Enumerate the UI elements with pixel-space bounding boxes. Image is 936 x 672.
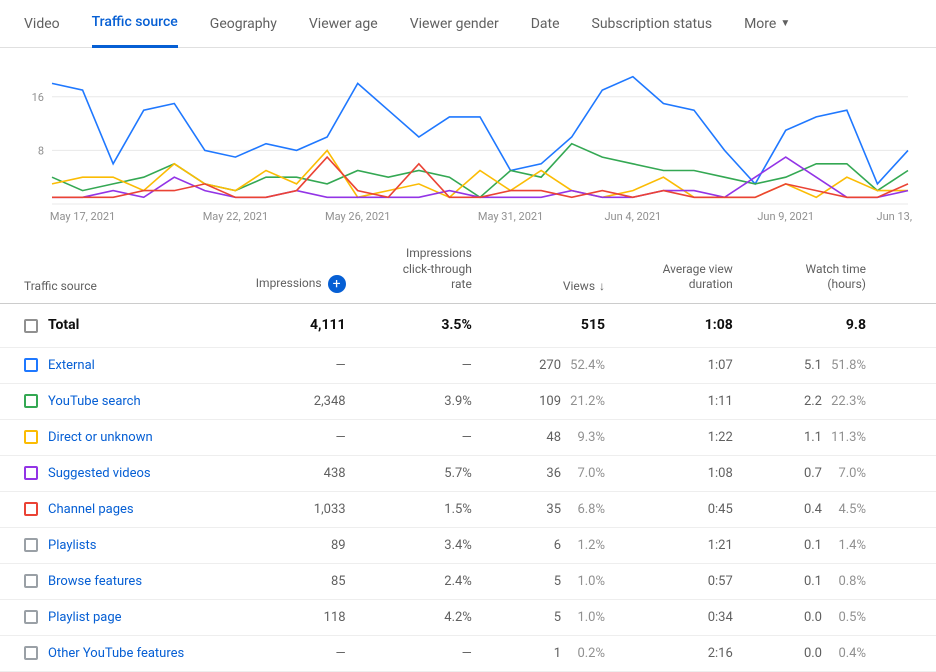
- row-link[interactable]: YouTube search: [48, 394, 141, 409]
- col-views[interactable]: Views↓: [482, 236, 615, 303]
- checkbox[interactable]: [24, 610, 38, 624]
- row-link[interactable]: Suggested videos: [48, 466, 151, 481]
- table-row[interactable]: YouTube search2,3483.9%10921.2%1:112.222…: [0, 383, 936, 419]
- checkbox[interactable]: [24, 394, 38, 408]
- tab-date[interactable]: Date: [531, 0, 560, 48]
- row-link[interactable]: Other YouTube features: [48, 646, 184, 661]
- sort-arrow-icon: ↓: [599, 279, 605, 293]
- checkbox[interactable]: [24, 646, 38, 660]
- checkbox[interactable]: [24, 538, 38, 552]
- svg-text:16: 16: [32, 91, 44, 104]
- table-row[interactable]: Channel pages1,0331.5%356.8%0:450.44.5%: [0, 491, 936, 527]
- checkbox[interactable]: [24, 466, 38, 480]
- table-row[interactable]: Playlists893.4%61.2%1:210.11.4%: [0, 527, 936, 563]
- header-row: Traffic source Impressions+ Impressionsc…: [0, 236, 936, 303]
- svg-text:May 26, 2021: May 26, 2021: [325, 210, 390, 223]
- checkbox[interactable]: [24, 430, 38, 444]
- tab-geography[interactable]: Geography: [210, 0, 277, 48]
- tab-video[interactable]: Video: [24, 0, 60, 48]
- svg-text:May 22, 2021: May 22, 2021: [203, 210, 268, 223]
- add-metric-icon[interactable]: +: [328, 275, 346, 293]
- tab-subscription-status[interactable]: Subscription status: [592, 0, 713, 48]
- svg-text:May 31, 2021: May 31, 2021: [478, 210, 543, 223]
- chevron-down-icon: ▼: [780, 18, 790, 29]
- svg-text:Jun 4, 2021: Jun 4, 2021: [604, 210, 661, 223]
- svg-text:May 17, 2021: May 17, 2021: [50, 210, 115, 223]
- traffic-line-chart[interactable]: 8 16 May 17, 2021 May 22, 2021 May 26, 2021 M…: [24, 64, 912, 224]
- table-row[interactable]: Suggested videos4385.7%367.0%1:080.77.0%: [0, 455, 936, 491]
- total-row: Total4,1113.5%5151:089.8: [0, 303, 936, 347]
- table-row[interactable]: Other YouTube features——10.2%2:160.00.4%: [0, 635, 936, 671]
- col-traffic-source[interactable]: Traffic source: [0, 236, 200, 303]
- chart-area: 8 16 May 17, 2021 May 22, 2021 May 26, 2021 M…: [0, 48, 936, 236]
- col-avd[interactable]: Average viewduration: [615, 236, 743, 303]
- table-row[interactable]: Direct or unknown——489.3%1:221.111.3%: [0, 419, 936, 455]
- traffic-source-table: Traffic source Impressions+ Impressionsc…: [0, 236, 936, 672]
- table-row[interactable]: External——27052.4%1:075.151.8%: [0, 347, 936, 383]
- row-link[interactable]: External: [48, 358, 95, 373]
- col-ctr[interactable]: Impressionsclick-throughrate: [356, 236, 482, 303]
- checkbox[interactable]: [24, 358, 38, 372]
- checkbox[interactable]: [24, 574, 38, 588]
- checkbox[interactable]: [24, 319, 38, 333]
- svg-text:8: 8: [38, 144, 44, 157]
- dimension-tabs: Video Traffic source Geography Viewer age Vi…: [0, 0, 936, 48]
- tab-viewer-age[interactable]: Viewer age: [309, 0, 378, 48]
- row-link[interactable]: Playlist page: [48, 610, 122, 625]
- row-link[interactable]: Channel pages: [48, 502, 134, 517]
- tab-more[interactable]: More ▼: [744, 0, 790, 48]
- col-watch[interactable]: Watch time(hours): [743, 236, 876, 303]
- row-link[interactable]: Direct or unknown: [48, 430, 153, 445]
- checkbox[interactable]: [24, 502, 38, 516]
- svg-text:Jun 9, 2021: Jun 9, 2021: [757, 210, 814, 223]
- tab-traffic-source[interactable]: Traffic source: [92, 0, 178, 48]
- table-row[interactable]: Playlist page1184.2%51.0%0:340.00.5%: [0, 599, 936, 635]
- row-link[interactable]: Playlists: [48, 538, 96, 553]
- svg-text:Jun 13, 2021: Jun 13, 2021: [877, 210, 912, 223]
- tab-viewer-gender[interactable]: Viewer gender: [410, 0, 499, 48]
- col-impressions[interactable]: Impressions+: [200, 236, 356, 303]
- table-row[interactable]: Browse features852.4%51.0%0:570.10.8%: [0, 563, 936, 599]
- row-link[interactable]: Browse features: [48, 574, 142, 589]
